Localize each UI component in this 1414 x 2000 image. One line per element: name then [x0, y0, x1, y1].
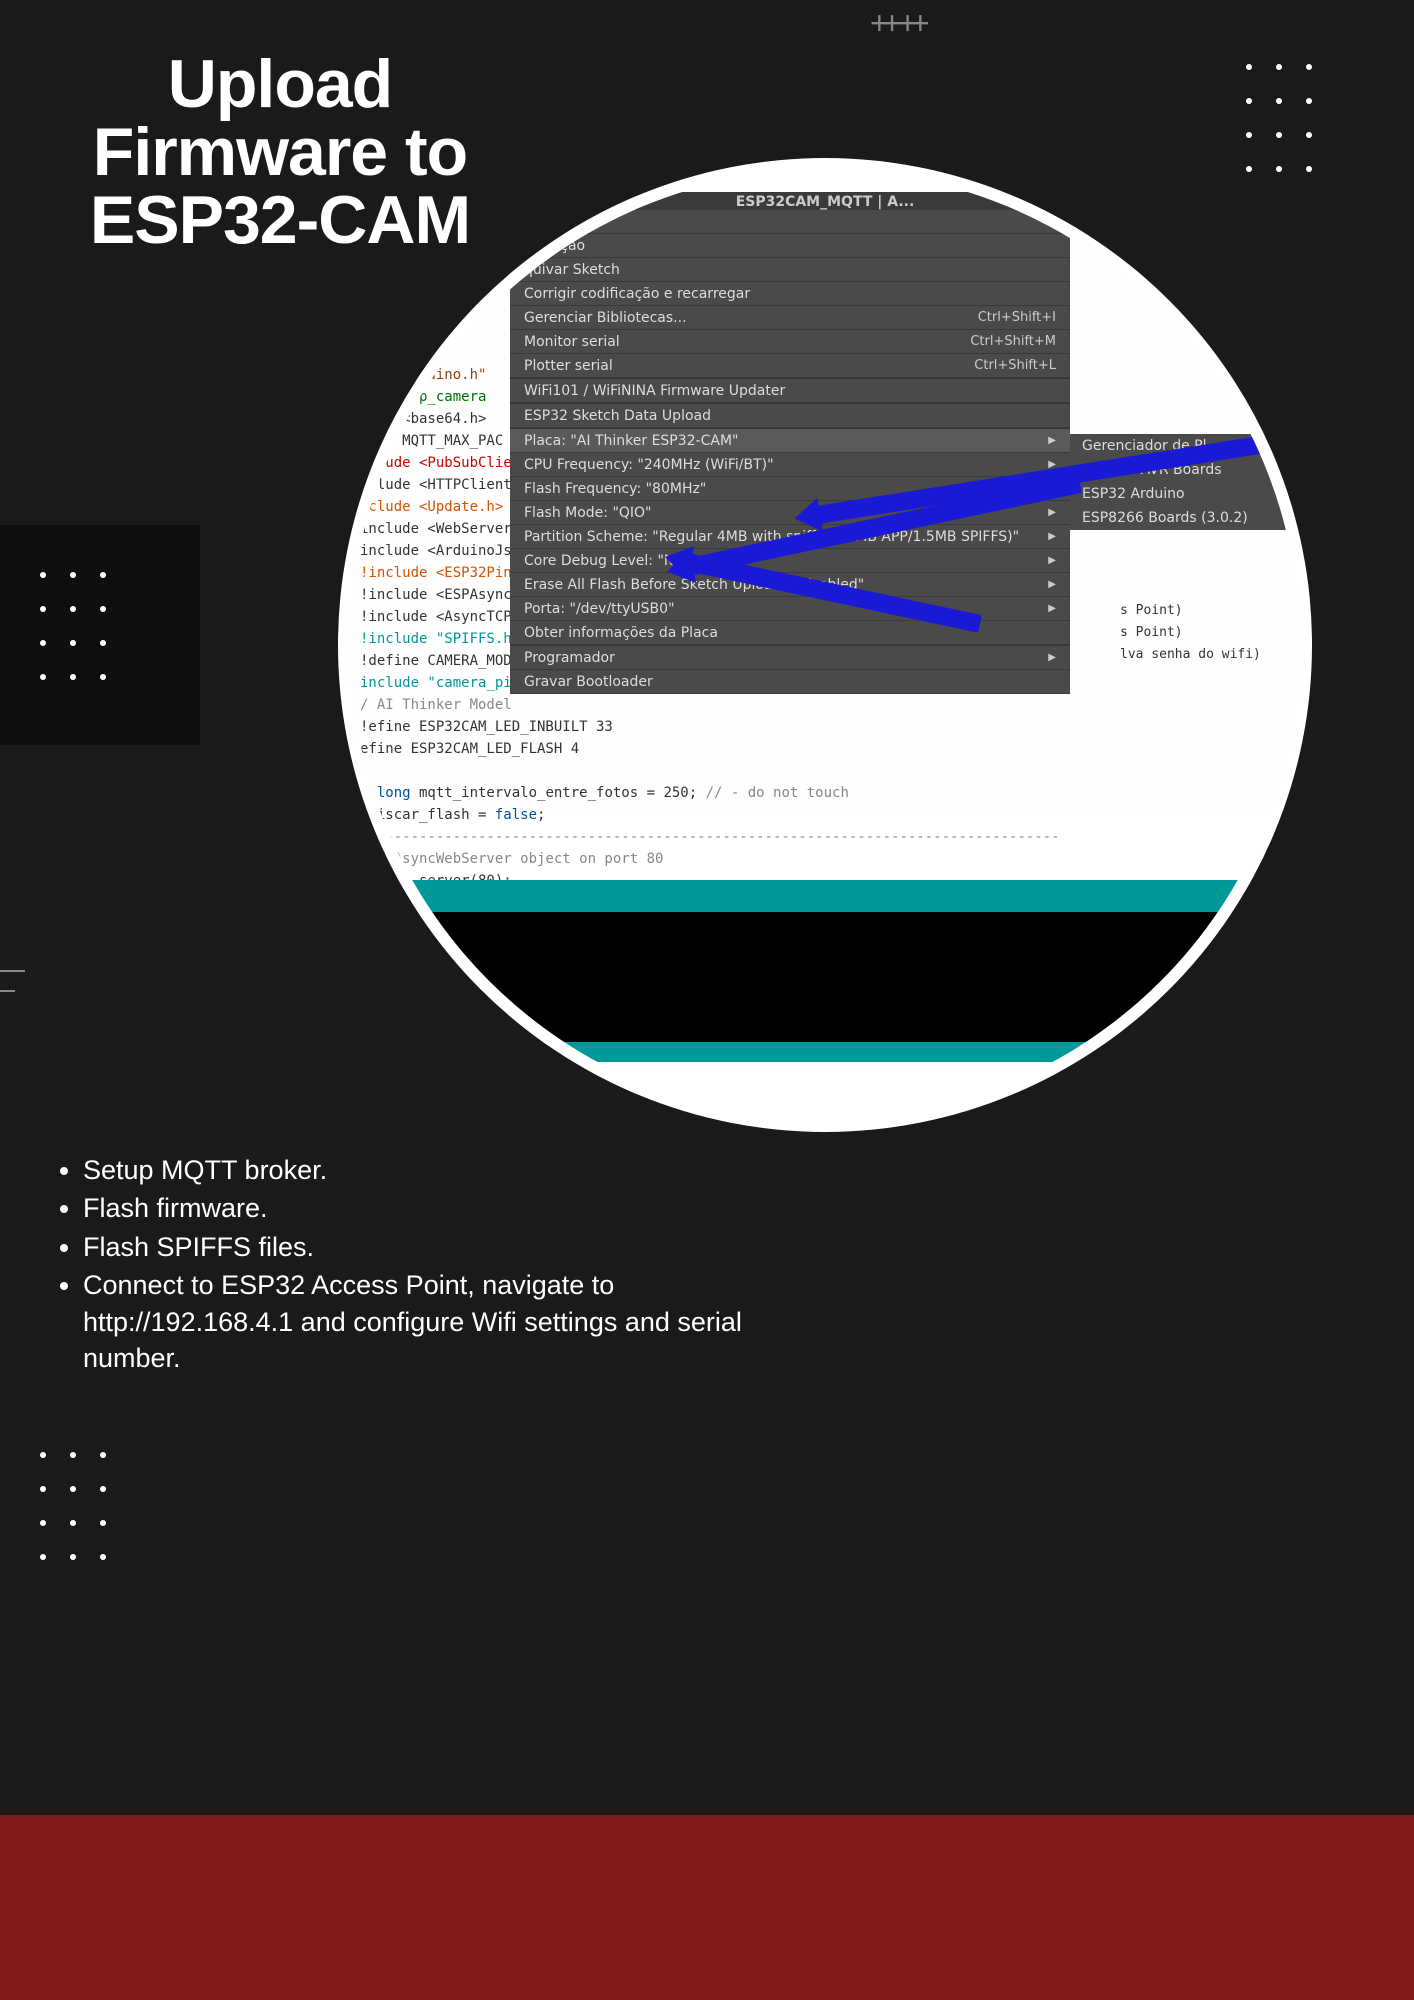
menu-item-serial-plotter[interactable]: Plotter serialCtrl+Shift+L: [510, 354, 1070, 378]
tools-menu[interactable]: Ajuda matação quivar Sketch Corrigir cod…: [510, 210, 1070, 694]
step-item: Connect to ESP32 Access Point, navigate …: [83, 1267, 745, 1376]
decor-line: [0, 990, 15, 992]
code-right-hints: s Point) s Point) lva senha do wifi): [1120, 600, 1300, 666]
menu-item-cpu-freq[interactable]: CPU Frequency: "240MHz (WiFi/BT)"▶: [510, 453, 1070, 477]
menu-item-board[interactable]: Placa: "AI Thinker ESP32-CAM"▶: [510, 429, 1070, 453]
screenshot-circle: ESP32CAM_MQTT | A... 32h48 M - WiFi iuin…: [350, 170, 1300, 1120]
submenu-esp32-arduino[interactable]: ESP32 Arduino: [1070, 482, 1300, 506]
footer-bar: [0, 1815, 1414, 2000]
step-item: Setup MQTT broker.: [83, 1152, 745, 1188]
menu-item-manage-libs[interactable]: Gerenciar Bibliotecas...Ctrl+Shift+I: [510, 306, 1070, 330]
decor-plus: ++ ++: [870, 5, 924, 42]
menu-item-programmer[interactable]: Programador▶: [510, 646, 1070, 670]
menu-item-archive-sketch[interactable]: quivar Sketch: [510, 258, 1070, 282]
menu-item-burn-bootloader[interactable]: Gravar Bootloader: [510, 670, 1070, 694]
menu-item-esp32-data-upload[interactable]: ESP32 Sketch Data Upload: [510, 404, 1070, 428]
menu-item-serial-monitor[interactable]: Monitor serialCtrl+Shift+M: [510, 330, 1070, 354]
console-status-bar: [350, 1042, 1300, 1062]
menu-item-board-info[interactable]: Obter informações da Placa: [510, 621, 1070, 645]
console-toolbar: [350, 880, 1300, 912]
decor-dots-bottom-left: [28, 1438, 118, 1574]
decor-dots-mid-left: [28, 558, 118, 694]
decor-dots-top-right: [1234, 50, 1324, 186]
arduino-ide: ESP32CAM_MQTT | A... 32h48 M - WiFi iuin…: [350, 170, 1300, 1120]
menu-item-formatação[interactable]: matação: [510, 234, 1070, 258]
ide-window-title: ESP32CAM_MQTT | A...: [350, 192, 1300, 212]
decor-line: [0, 970, 25, 972]
menu-item-wifi-updater[interactable]: WiFi101 / WiFiNINA Firmware Updater: [510, 379, 1070, 403]
menu-item-help[interactable]: Ajuda: [510, 210, 1070, 234]
console-output: ified. pin...: [350, 912, 1300, 1042]
step-item: Flash firmware.: [83, 1190, 745, 1226]
menu-item-port[interactable]: Porta: "/dev/ttyUSB0"▶: [510, 597, 1070, 621]
menu-item-fix-encoding[interactable]: Corrigir codificação e recarregar: [510, 282, 1070, 306]
instruction-steps: Setup MQTT broker. Flash firmware. Flash…: [45, 1152, 745, 1379]
submenu-esp8266[interactable]: ESP8266 Boards (3.0.2): [1070, 506, 1300, 530]
step-item: Flash SPIFFS files.: [83, 1229, 745, 1265]
